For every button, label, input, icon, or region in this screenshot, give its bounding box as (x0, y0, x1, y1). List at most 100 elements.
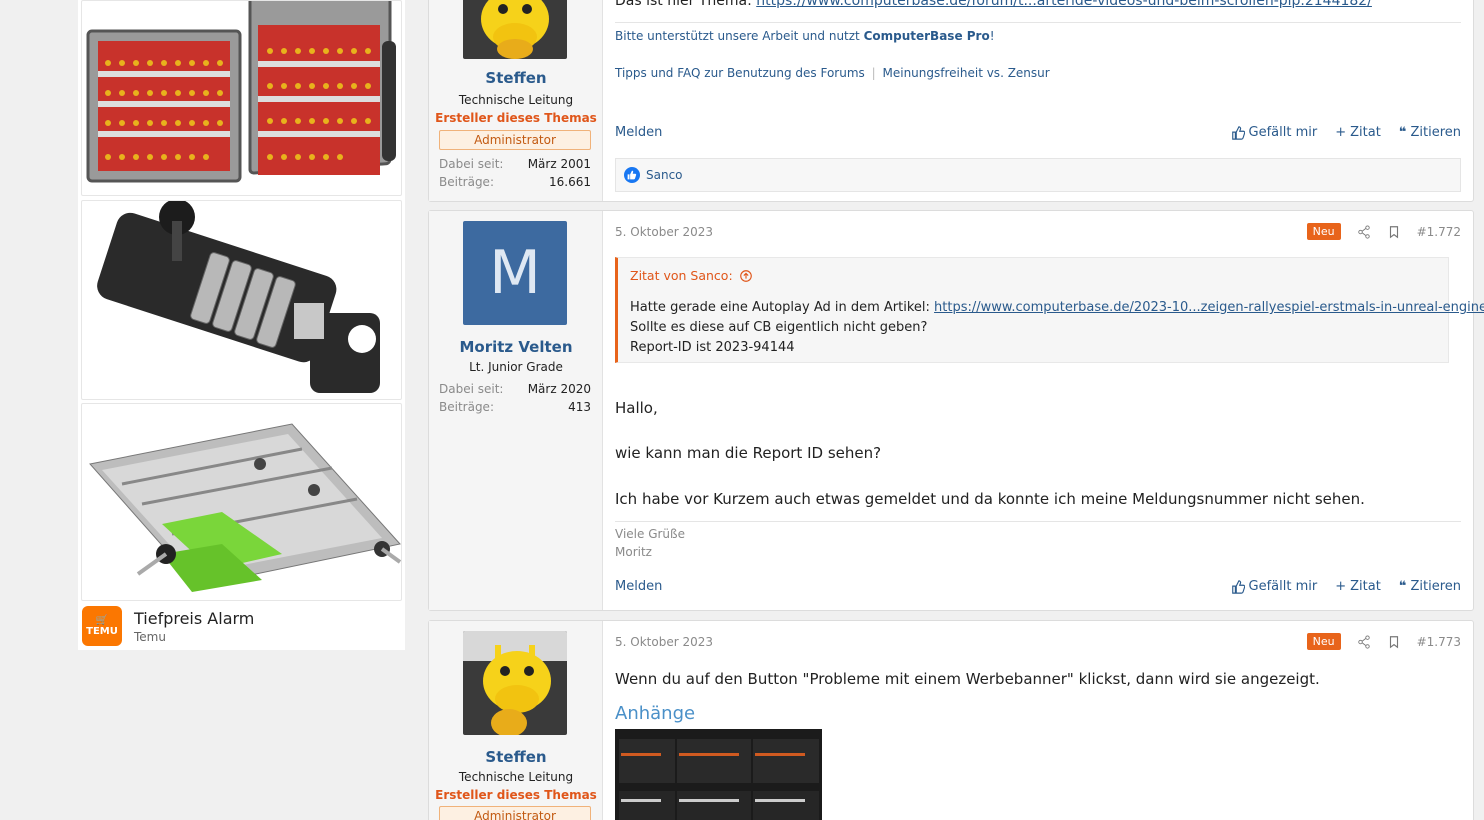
computerbase-pro-link[interactable]: ComputerBase Pro (864, 29, 990, 43)
user-badge: Administrator (439, 130, 591, 150)
cut-text: Das ist hier Thema: https://www.computer… (615, 0, 1372, 9)
freedom-link[interactable]: Meinungsfreiheit vs. Zensur (883, 66, 1050, 80)
like-label: Gefällt mir (1248, 579, 1318, 594)
reply-label: Zitieren (1410, 125, 1461, 140)
post-number[interactable]: #1.773 (1417, 635, 1461, 649)
post-date[interactable]: 5. Oktober 2023 (615, 635, 713, 649)
post-top-userinfo: Steffen Technische Leitung Ersteller die… (429, 0, 603, 201)
quote-marks-icon: ❝ (1398, 125, 1407, 140)
ad-title[interactable]: Tiefpreis Alarm (134, 609, 254, 628)
like-button[interactable]: Gefällt mir (1231, 125, 1318, 140)
arrow-up-circle-icon[interactable] (739, 269, 753, 283)
plus-icon: + (1335, 125, 1347, 140)
user-name[interactable]: Steffen (429, 69, 603, 87)
quote-button[interactable]: + Zitat (1335, 125, 1381, 140)
faq-link[interactable]: Tipps und FAQ zur Benutzung des Forums (615, 66, 865, 80)
cross-table-image (89, 423, 401, 592)
post-1773-content: 5. Oktober 2023 Neu #1.773 Wenn du auf d… (615, 621, 1461, 820)
quote-article-link[interactable]: https://www.computerbase.de/2023-10...ze… (934, 300, 1484, 315)
post-paragraph-1: Hallo, (615, 399, 658, 417)
avatar[interactable]: M (463, 221, 567, 325)
post-meta: 5. Oktober 2023 Neu #1.773 (615, 633, 1461, 650)
post-actions: Melden Gefällt mir + Zitat ❝ Zitieren (615, 125, 1461, 140)
quote-line-2: Sollte es diese auf CB eigentlich nicht … (630, 320, 928, 335)
since-label: Dabei seit: (439, 382, 504, 396)
avatar[interactable] (463, 0, 567, 59)
post-top: Steffen Technische Leitung Ersteller die… (428, 0, 1474, 202)
post-number[interactable]: #1.772 (1417, 225, 1461, 239)
quote-label: Zitat (1350, 125, 1381, 140)
like-button[interactable]: Gefällt mir (1231, 579, 1318, 594)
quote-block: Zitat von Sanco: Hatte gerade eine Autop… (615, 257, 1484, 363)
quote-label: Zitat (1350, 579, 1381, 594)
avatar-giraffe-image (463, 631, 567, 735)
user-since: Dabei seit: März 2020 (439, 382, 591, 396)
quote-line-1-text: Hatte gerade eine Autoplay Ad in dem Art… (630, 300, 935, 315)
link-separator: | (871, 66, 876, 80)
plus-icon: + (1335, 579, 1347, 594)
quote-marks-icon: ❝ (1398, 579, 1407, 594)
support-line: Bitte unterstützt unsere Arbeit und nutz… (615, 29, 995, 43)
temu-logo-glyph: 🛒 (95, 615, 109, 626)
thread-starter-label: Ersteller dieses Themas (435, 788, 597, 802)
quote-line-3: Report-ID ist 2023-94144 (630, 340, 795, 355)
posts-value: 413 (568, 400, 591, 414)
ad-product-cross-table[interactable] (81, 403, 402, 601)
cut-text-prefix: Das ist hier Thema: (615, 0, 757, 9)
signature-divider (615, 521, 1461, 522)
quote-line-1: Hatte gerade eine Autoplay Ad in dem Art… (630, 300, 1484, 315)
report-button[interactable]: Melden (615, 125, 662, 140)
ad-text: Tiefpreis Alarm Temu (134, 609, 254, 644)
post-1773: Steffen Technische Leitung Ersteller die… (428, 620, 1474, 820)
post-1772: M Moritz Velten Lt. Junior Grade Dabei s… (428, 210, 1484, 611)
user-badge: Administrator (439, 806, 591, 820)
support-end: ! (989, 29, 995, 43)
post-meta-tools: Neu #1.772 (1306, 223, 1461, 240)
posts-value: 16.661 (549, 175, 591, 189)
posts-label: Beiträge: (439, 175, 494, 189)
ad-footer[interactable]: 🛒 TEMU Tiefpreis Alarm Temu (82, 606, 254, 646)
post-1772-userinfo: M Moritz Velten Lt. Junior Grade Dabei s… (429, 211, 603, 610)
since-label: Dabei seit: (439, 157, 504, 171)
bookmark-icon[interactable] (1387, 225, 1401, 239)
user-posts: Beiträge: 16.661 (439, 175, 591, 189)
signature-line-1: Viele Grüße (615, 527, 685, 541)
reaction-user[interactable]: Sanco (646, 168, 683, 182)
post-actions: Melden Gefällt mir + Zitat ❝ Zitieren (615, 579, 1461, 594)
bookmark-icon[interactable] (1387, 635, 1401, 649)
temu-logo-text: TEMU (86, 626, 118, 637)
thread-starter-label: Ersteller dieses Themas (435, 111, 597, 125)
temu-logo: 🛒 TEMU (82, 606, 122, 646)
reply-button[interactable]: ❝ Zitieren (1399, 579, 1461, 594)
divider (615, 22, 1461, 23)
lock-bolt-image (97, 201, 380, 393)
quote-button[interactable]: + Zitat (1335, 579, 1381, 594)
reply-button[interactable]: ❝ Zitieren (1399, 125, 1461, 140)
avatar[interactable] (463, 631, 567, 735)
support-text: Bitte unterstützt unsere Arbeit und nutz… (615, 29, 864, 43)
share-icon[interactable] (1357, 224, 1371, 239)
quote-header[interactable]: Zitat von Sanco: (630, 268, 753, 283)
report-button[interactable]: Melden (615, 579, 662, 594)
attachment-thumbnail[interactable] (615, 729, 822, 820)
like-label: Gefällt mir (1248, 125, 1318, 140)
ad-product-lock-bolt[interactable] (81, 200, 402, 400)
post-meta-tools: Neu #1.773 (1306, 633, 1461, 650)
ad-container[interactable]: ▷ ✕ (78, 0, 405, 650)
post-date[interactable]: 5. Oktober 2023 (615, 225, 713, 239)
attachment-screenshot-image (615, 729, 822, 820)
user-title: Technische Leitung (458, 770, 574, 784)
user-title: Lt. Junior Grade (469, 360, 563, 374)
user-name[interactable]: Moritz Velten (429, 338, 603, 356)
avatar-giraffe-image (463, 0, 567, 59)
attachments-heading: Anhänge (615, 703, 696, 724)
ad-product-router-bits[interactable] (81, 0, 402, 196)
post-meta: 5. Oktober 2023 Neu #1.772 (615, 223, 1461, 240)
share-icon[interactable] (1357, 634, 1371, 649)
post-1773-userinfo: Steffen Technische Leitung Ersteller die… (429, 621, 603, 820)
user-name[interactable]: Steffen (429, 748, 603, 766)
post-1772-content: 5. Oktober 2023 Neu #1.772 Zitat von San… (615, 211, 1484, 610)
thread-link[interactable]: https://www.computerbase.de/forum/t...ar… (756, 0, 1372, 9)
reactions-bar[interactable]: Sanco (615, 158, 1461, 192)
user-posts: Beiträge: 413 (439, 400, 591, 414)
